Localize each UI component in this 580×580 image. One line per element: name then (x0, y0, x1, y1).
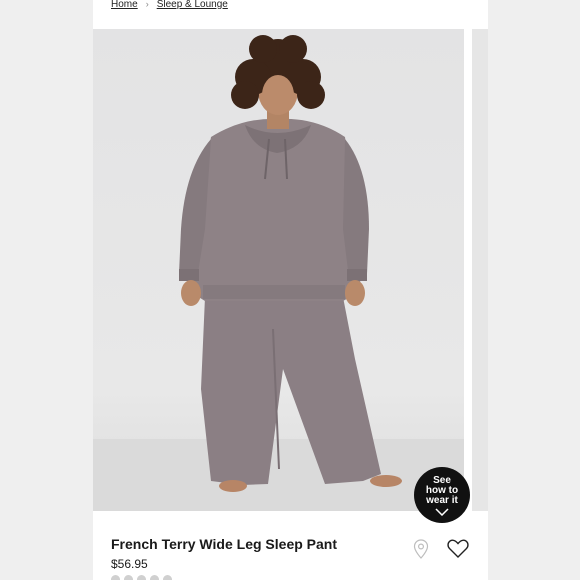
rating-star (137, 575, 146, 580)
product-price: $56.95 (111, 557, 148, 571)
next-image-preview[interactable] (472, 29, 488, 511)
location-pin-icon[interactable] (413, 539, 429, 564)
breadcrumb-separator: › (145, 0, 149, 9)
rating-star (150, 575, 159, 580)
see-how-to-wear-it-button[interactable]: See how to wear it (414, 467, 470, 523)
breadcrumb: Home › Sleep & Lounge (111, 0, 228, 11)
product-screen: Home › Sleep & Lounge See how to wear it… (0, 0, 580, 580)
chevron-down-icon (435, 508, 449, 516)
rating-stars (111, 575, 172, 580)
breadcrumb-category-link[interactable]: Sleep & Lounge (157, 0, 228, 10)
product-card: Home › Sleep & Lounge See how to wear it… (93, 0, 488, 580)
see-how-line3: wear it (426, 495, 458, 506)
breadcrumb-home-link[interactable]: Home (111, 0, 138, 10)
product-title: French Terry Wide Leg Sleep Pant (111, 536, 338, 552)
product-image[interactable] (93, 29, 464, 511)
rating-star (124, 575, 133, 580)
rating-star (111, 575, 120, 580)
product-photo-illustration (93, 35, 464, 511)
heart-icon[interactable] (447, 539, 469, 564)
rating-star (163, 575, 172, 580)
